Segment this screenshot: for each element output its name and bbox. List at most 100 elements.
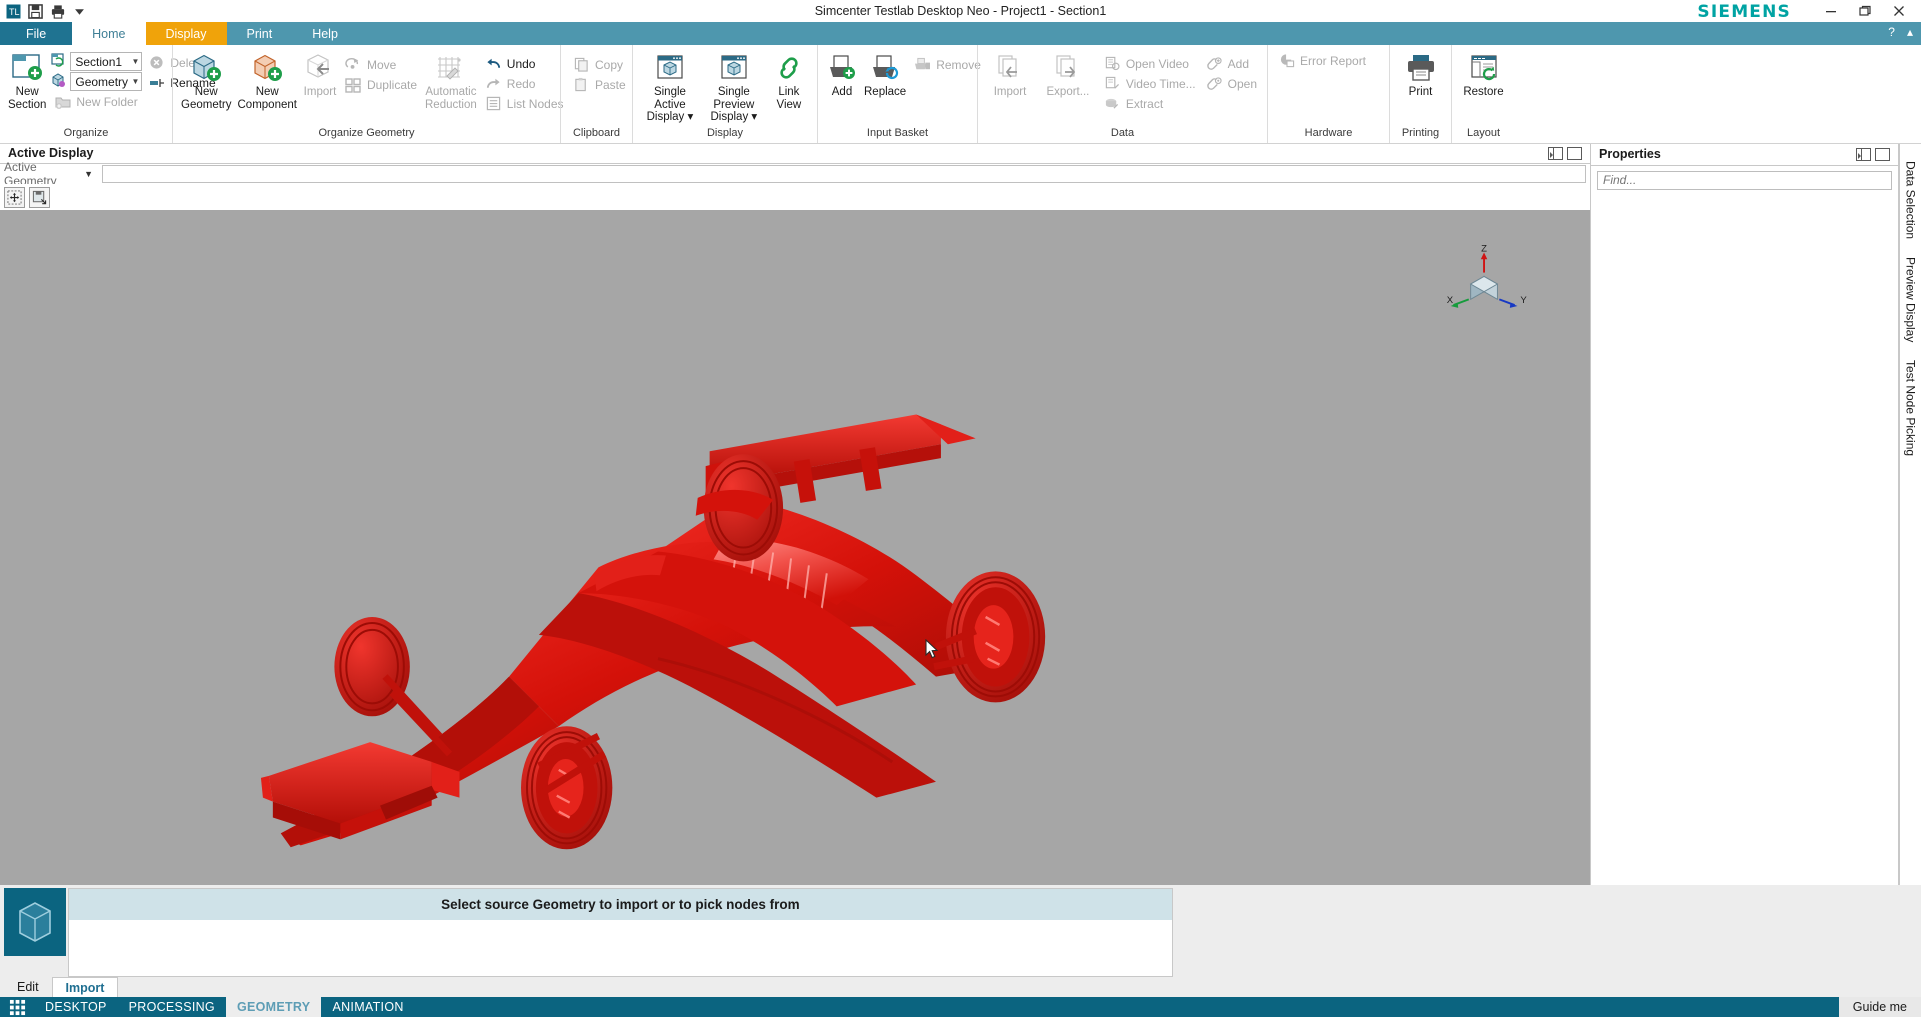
import-instruction-message: Select source Geometry to import or to p… [69,889,1172,920]
side-tab-test-node-picking[interactable]: Test Node Picking [1901,351,1921,465]
close-button[interactable] [1891,3,1907,19]
copy-button[interactable]: Copy [569,55,630,74]
error-report-icon [1278,53,1295,69]
bottom-tab-edit[interactable]: Edit [4,977,52,997]
paste-button[interactable]: Paste [569,75,630,94]
side-tab-preview-display[interactable]: Preview Display [1901,248,1921,351]
mouse-cursor [925,638,939,658]
duplicate-button[interactable]: Duplicate [341,75,421,94]
section-combo[interactable]: Section1 ▼ [70,52,143,71]
ribbon-group-organize-geometry: New Geometry New Component Import Move D… [172,45,564,143]
import-data-button[interactable]: Import [984,49,1036,101]
extract-button[interactable]: Extract [1100,94,1200,113]
properties-find-input[interactable] [1597,170,1892,190]
statusbar-tab-animation[interactable]: ANIMATION [321,997,414,1017]
active-geometry-selector[interactable]: Active Geometry ▼ [4,160,96,188]
single-active-display-label-1: Single Active [653,86,686,111]
geometry-viewport[interactable]: Z X Y [0,209,1590,885]
statusbar-tab-processing[interactable]: PROCESSING [118,997,226,1017]
chevron-down-icon: ▼ [131,77,140,86]
tab-home[interactable]: Home [72,22,146,45]
open-video-label: Open Video [1125,56,1189,71]
copy-icon [573,57,590,73]
statusbar-tab-geometry[interactable]: GEOMETRY [225,997,322,1017]
remove-from-basket-button[interactable]: Remove [910,55,985,74]
rename-icon [148,75,165,91]
video-time-button[interactable]: Video Time... [1100,74,1200,93]
move-button[interactable]: Move [341,55,421,74]
single-active-display-label-2: Display ▾ [646,111,694,123]
geometry-combo-value: Geometry1 [75,74,129,89]
testlab-app-icon[interactable]: TL [4,2,23,21]
section-combo-value: Section1 [75,54,123,69]
group-label-layout: Layout [1466,126,1501,139]
f1-car-geometry [260,414,1046,850]
tab-file[interactable]: File [0,22,73,45]
automatic-reduction-label-2: Reduction [425,98,477,111]
new-component-icon [249,51,285,84]
geometry-cube-icon[interactable] [4,888,66,956]
new-folder-icon [54,94,71,110]
new-geometry-button[interactable]: New Geometry [179,49,234,113]
automatic-reduction-button[interactable]: Automatic Reduction [423,49,479,113]
tab-display[interactable]: Display [145,22,227,45]
split-panel-icon[interactable] [1548,146,1563,160]
tab-print[interactable]: Print [227,22,293,45]
ribbon-group-printing: Print Printing [1389,45,1451,143]
error-report-button[interactable]: Error Report [1274,51,1370,70]
windows-grid-icon[interactable] [0,997,34,1017]
side-tab-data-selection[interactable]: Data Selection [1901,152,1921,248]
printer-icon [1404,51,1438,84]
restore-layout-button[interactable]: Restore [1458,49,1509,101]
open-video-button[interactable]: Open Video [1100,54,1200,73]
maximize-panel-icon[interactable] [1875,147,1890,161]
collapse-ribbon-icon[interactable]: ▴ [1907,25,1913,39]
new-folder-label: New Folder [76,94,138,109]
undo-button[interactable]: Undo [481,54,568,73]
import-geometry-button[interactable]: Import [301,49,339,101]
redo-button[interactable]: Redo [481,74,568,93]
replace-basket-button[interactable]: Replace [862,49,908,101]
maximize-panel-icon[interactable] [1567,146,1582,160]
single-preview-display-label-1: Single Preview [713,86,755,111]
add-to-basket-button[interactable]: Add [824,49,860,101]
save-image-icon[interactable] [29,186,50,208]
new-folder-button[interactable]: New Folder [50,92,142,111]
delete-icon [148,55,165,71]
customize-qat-icon[interactable] [70,2,89,21]
geometry-combo[interactable]: Geometry1 ▼ [70,72,143,91]
window-title: Simcenter Testlab Desktop Neo - Project1… [814,4,1107,18]
bottom-tab-import[interactable]: Import [51,977,119,997]
new-section-button[interactable]: New Section [6,49,48,113]
error-report-label: Error Report [1300,53,1367,68]
group-label-organize-geometry: Organize Geometry [318,126,415,139]
undo-icon [485,56,502,72]
save-icon[interactable] [26,2,45,21]
video-time-label: Video Time... [1125,76,1196,91]
add-attachment-button[interactable]: Add [1202,54,1261,73]
print-button[interactable]: Print [1396,49,1445,101]
import-dock-body: Select source Geometry to import or to p… [68,888,1173,977]
print-icon[interactable] [48,2,67,21]
statusbar-tab-desktop[interactable]: DESKTOP [34,997,118,1017]
list-nodes-button[interactable]: List Nodes [481,94,568,113]
new-component-button[interactable]: New Component [236,49,299,113]
help-icon[interactable]: ? [1888,25,1895,39]
orientation-triad[interactable]: Z X Y [1442,242,1528,328]
active-geometry-path-field[interactable] [102,165,1586,184]
svg-text:TL: TL [9,7,20,17]
tab-help[interactable]: Help [292,22,358,45]
link-view-button[interactable]: Link View [767,49,811,113]
minimize-button[interactable] [1823,3,1839,19]
open-attachment-button[interactable]: Open [1202,74,1261,93]
split-panel-icon[interactable] [1856,147,1871,161]
restore-button[interactable] [1857,3,1873,19]
export-data-button[interactable]: Export... [1038,49,1098,101]
guide-me-button[interactable]: Guide me [1838,997,1921,1017]
automatic-reduction-icon [434,51,468,84]
single-active-display-button[interactable]: Single Active Display ▾ [639,49,701,126]
fit-to-view-icon[interactable] [4,186,25,208]
redo-icon [485,76,502,92]
import-data-icon [994,51,1026,84]
single-preview-display-button[interactable]: Single Preview Display ▾ [703,49,765,126]
